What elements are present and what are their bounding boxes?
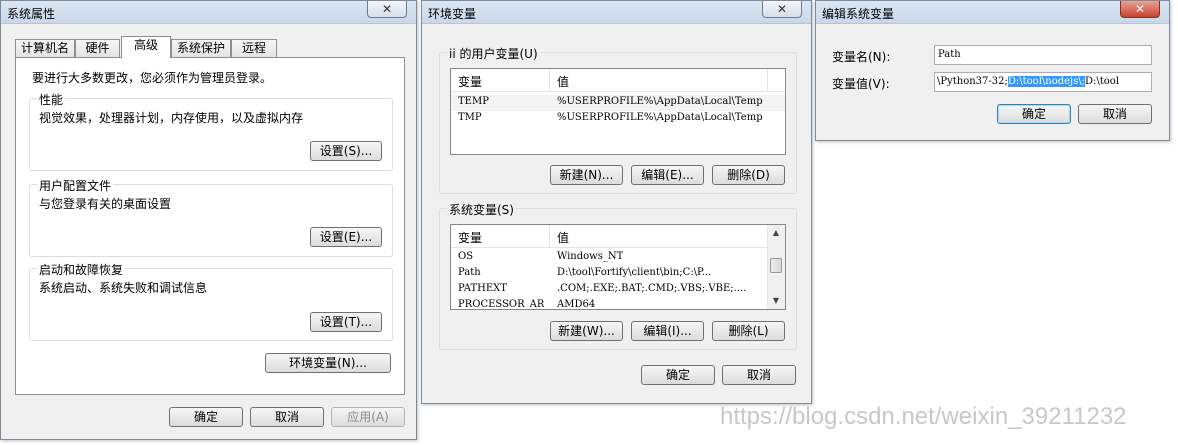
list-header: 变量 值 [451,225,785,248]
close-button[interactable]: ✕ [367,1,407,18]
window-title: 编辑系统变量 [822,7,895,21]
performance-group: 性能 视觉效果，处理器计划，内存使用，以及虚拟内存 设置(S)... [29,91,393,171]
environment-variables-button[interactable]: 环境变量(N)... [265,353,391,373]
variable-name-field[interactable]: Path [934,45,1152,65]
variable-value: D:\tool\Fortify\client\bin;C:\P... [557,267,712,278]
variable-value: Windows_NT [557,251,624,262]
ok-button[interactable]: 确定 [169,407,243,427]
column-header-variable[interactable]: 变量 [458,73,482,90]
variable-name: PROCESSOR_AR [458,299,545,310]
variable-value-label: 变量值(V): [832,77,890,91]
table-row[interactable]: Path D:\tool\Fortify\client\bin;C:\P... [451,266,785,282]
scroll-down-icon[interactable]: ▼ [768,293,784,309]
scroll-up-icon[interactable]: ▲ [768,225,784,241]
user-profile-desc: 与您登录有关的桌面设置 [39,197,172,211]
column-separator [549,69,550,91]
admin-note: 要进行大多数更改，您必须作为管理员登录。 [32,71,273,85]
user-variables-list[interactable]: 变量 值 TEMP %USERPROFILE%\AppData\Local\Te… [450,68,786,155]
system-delete-button[interactable]: 删除(L) [712,321,785,341]
cancel-button[interactable]: 取消 [722,365,796,385]
user-variables-group: ii 的用户变量(U) 变量 值 TEMP %USERPROFILE%\AppD… [439,45,797,194]
user-profile-group: 用户配置文件 与您登录有关的桌面设置 设置(E)... [29,177,393,257]
ok-button[interactable]: 确定 [997,104,1071,124]
column-header-value[interactable]: 值 [557,229,569,246]
tab-hardware[interactable]: 硬件 [75,39,120,57]
tab-system-protection[interactable]: 系统保护 [171,39,231,57]
column-separator [767,69,768,91]
cancel-button[interactable]: 取消 [1078,104,1152,124]
system-variables-title: 系统变量(S) [447,201,516,218]
cancel-button[interactable]: 取消 [250,407,324,427]
user-new-button[interactable]: 新建(N)... [550,165,623,185]
variable-value-field[interactable]: \Python37-32;D:\tool\nodejs\;D:\tool [934,72,1152,92]
table-row[interactable]: TEMP %USERPROFILE%\AppData\Local\Temp [451,95,785,111]
variable-name-label: 变量名(N): [832,50,891,64]
titlebar: 环境变量 ✕ [422,1,811,24]
titlebar: 编辑系统变量 ✕ [816,1,1169,24]
ok-button[interactable]: 确定 [641,365,715,385]
watermark: https://blog.csdn.net/weixin_39211232 [720,403,1127,430]
variable-name: TMP [458,112,482,123]
startup-recovery-title: 启动和故障恢复 [37,261,126,278]
variable-value: .COM;.EXE;.BAT;.CMD;.VBS;.VBE;.... [557,283,747,294]
user-variables-title: ii 的用户变量(U) [447,45,540,62]
vertical-scrollbar[interactable]: ▲ ▼ [767,225,785,309]
column-separator [549,225,550,247]
scroll-thumb[interactable] [770,258,782,273]
table-row[interactable]: TMP %USERPROFILE%\AppData\Local\Temp [451,111,785,127]
variable-name: TEMP [458,96,489,107]
user-edit-button[interactable]: 编辑(E)... [631,165,704,185]
user-profile-title: 用户配置文件 [37,177,114,194]
environment-variables-window: 环境变量 ✕ ii 的用户变量(U) 变量 值 TEMP %USERPROFIL… [421,0,812,404]
close-button[interactable]: ✕ [1120,1,1160,18]
startup-recovery-group: 启动和故障恢复 系统启动、系统失败和调试信息 设置(T)... [29,261,393,341]
system-new-button[interactable]: 新建(W)... [550,321,623,341]
advanced-tab-panel: 要进行大多数更改，您必须作为管理员登录。 性能 视觉效果，处理器计划，内存使用，… [15,57,405,395]
startup-recovery-desc: 系统启动、系统失败和调试信息 [39,281,208,295]
window-title: 环境变量 [428,7,477,21]
user-profile-settings-button[interactable]: 设置(E)... [310,227,382,247]
variable-name: Path [458,267,481,278]
system-edit-button[interactable]: 编辑(I)... [631,321,704,341]
performance-settings-button[interactable]: 设置(S)... [310,141,382,161]
value-text-selected: D:\tool\nodejs\; [1007,76,1086,87]
table-row[interactable]: OS Windows_NT [451,250,785,266]
list-header: 变量 值 [451,69,785,92]
variable-name: OS [458,251,474,262]
value-text-after: D:\tool [1085,76,1120,87]
system-properties-window: 系统属性 ✕ 计算机名 硬件 高级 系统保护 远程 要进行大多数更改，您必须作为… [0,0,417,440]
variable-name: PATHEXT [458,283,507,294]
column-header-variable[interactable]: 变量 [458,229,482,246]
column-header-value[interactable]: 值 [557,73,569,90]
table-row[interactable]: PATHEXT .COM;.EXE;.BAT;.CMD;.VBS;.VBE;..… [451,282,785,298]
window-title: 系统属性 [7,7,56,21]
apply-button[interactable]: 应用(A) [331,407,405,427]
edit-system-variable-window: 编辑系统变量 ✕ 变量名(N): Path 变量值(V): \Python37-… [815,0,1170,141]
tab-computer-name[interactable]: 计算机名 [15,39,75,57]
variable-value: %USERPROFILE%\AppData\Local\Temp [557,112,763,123]
tab-advanced[interactable]: 高级 [121,36,171,58]
table-row[interactable]: PROCESSOR_AR AMD64 [451,298,785,310]
value-text-before: \Python37-32; [937,76,1008,87]
variable-value: %USERPROFILE%\AppData\Local\Temp [557,96,763,107]
titlebar: 系统属性 ✕ [1,1,416,24]
performance-desc: 视觉效果，处理器计划，内存使用，以及虚拟内存 [39,111,304,125]
variable-value: AMD64 [557,299,596,310]
system-variables-group: 系统变量(S) 变量 值 OS Windows_NT Path D:\tool\… [439,201,797,350]
system-variables-list[interactable]: 变量 值 OS Windows_NT Path D:\tool\Fortify\… [450,224,786,310]
close-button[interactable]: ✕ [762,1,802,18]
user-delete-button[interactable]: 删除(D) [712,165,785,185]
tab-remote[interactable]: 远程 [231,39,277,57]
startup-settings-button[interactable]: 设置(T)... [310,312,382,332]
performance-title: 性能 [37,91,66,108]
